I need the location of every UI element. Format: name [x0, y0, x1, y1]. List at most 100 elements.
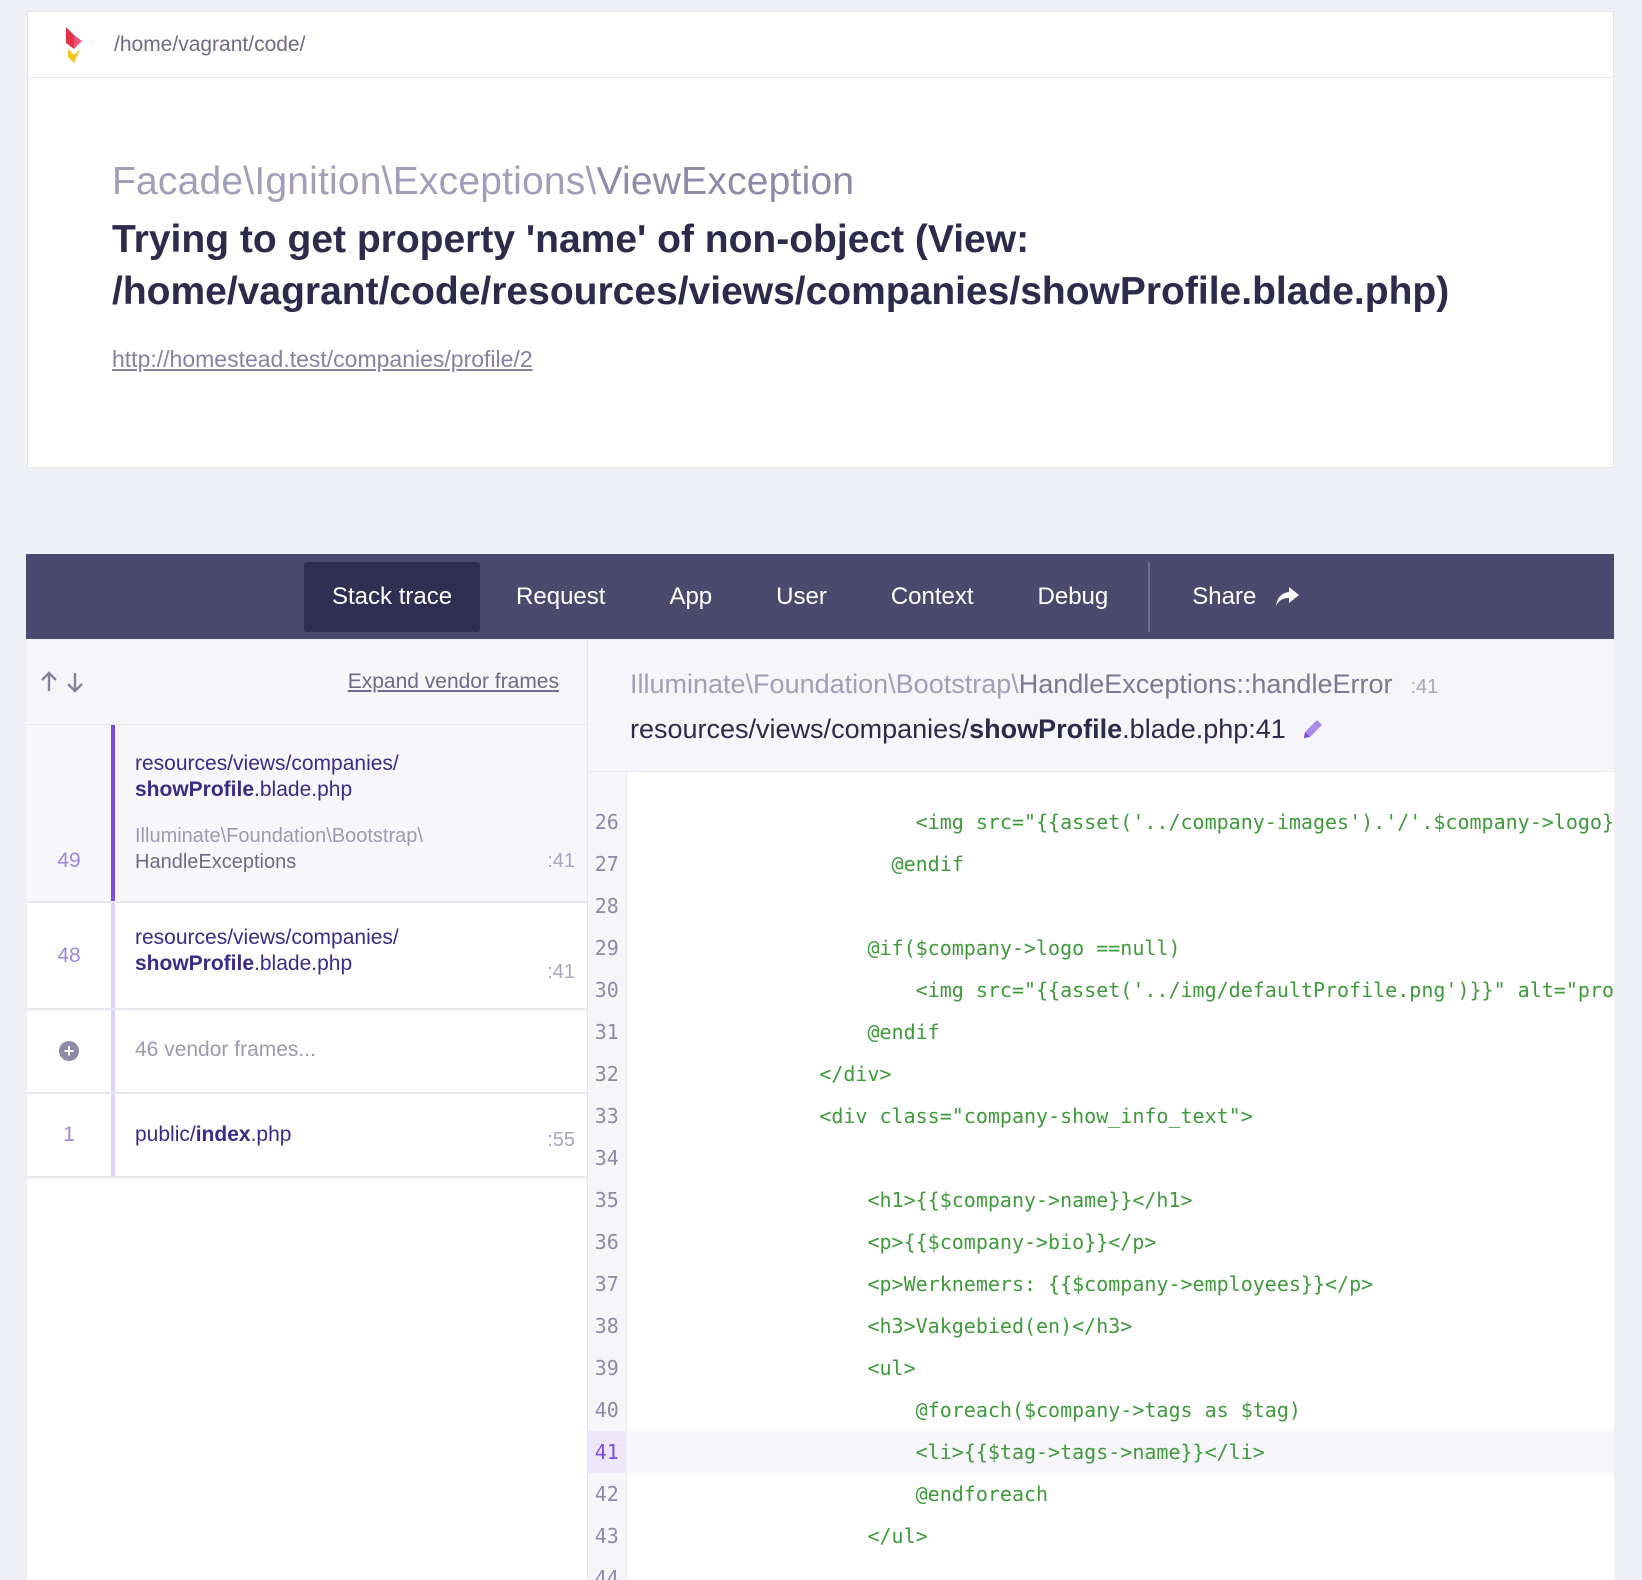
line-number[interactable]: 34 — [588, 1137, 626, 1179]
code-line: @endforeach — [626, 1482, 1049, 1506]
frame-file-ext: .blade.php — [254, 952, 353, 975]
frame-file-dir: resources/views/companies/ — [135, 926, 399, 949]
line-number[interactable]: 41 — [588, 1431, 626, 1473]
expand-vendor-frames-link[interactable]: Expand vendor frames — [348, 670, 559, 694]
code-header: Illuminate\Foundation\Bootstrap\HandleEx… — [588, 639, 1614, 772]
code-line: @endif — [626, 1020, 940, 1044]
frame-class-namespace: Illuminate\Foundation\Bootstrap\ — [135, 825, 423, 847]
code-line: @if($company->logo ==null) — [626, 936, 1181, 960]
tab-app[interactable]: App — [641, 562, 740, 632]
tab-share[interactable]: Share — [1164, 562, 1328, 632]
line-number[interactable]: 35 — [588, 1179, 626, 1221]
top-bar: /home/vagrant/code/ — [28, 12, 1613, 78]
ignition-logo-icon — [66, 26, 82, 63]
tab-request[interactable]: Request — [488, 562, 633, 632]
line-number[interactable]: 38 — [588, 1305, 626, 1347]
plus-circle-icon: + — [59, 1041, 79, 1061]
line-number[interactable]: 27 — [588, 843, 626, 885]
tab-debug[interactable]: Debug — [1010, 562, 1137, 632]
code-file-name: showProfile — [969, 714, 1123, 744]
tab-stack-trace[interactable]: Stack trace — [304, 561, 481, 632]
code-class-namespace: Illuminate\Foundation\Bootstrap\ — [630, 669, 1019, 699]
code-line: <div class="company-show_info_text"> — [626, 1104, 1253, 1128]
line-number-gutter: 26 27 28 29 30 31 32 33 34 35 36 37 38 39 40 41 42 43 44 — [588, 772, 627, 1580]
stack-header: Expand vendor frames — [27, 639, 587, 725]
exception-namespace: Facade\Ignition\Exceptions\ — [112, 160, 597, 203]
line-number[interactable]: 37 — [588, 1263, 626, 1305]
code-file-path: resources/views/companies/showProfile .bl… — [630, 712, 1614, 746]
code-viewer: Illuminate\Foundation\Bootstrap\HandleEx… — [588, 639, 1614, 1580]
code-line-highlighted: <li>{{$tag->tags->name}}</li> — [626, 1431, 1614, 1473]
tab-context[interactable]: Context — [863, 562, 1002, 632]
code-line: <p>Werknemers: {{$company->employees}}</… — [626, 1272, 1374, 1296]
project-path: /home/vagrant/code/ — [114, 32, 306, 56]
code-line: <h1>{{$company->name}}</h1> — [626, 1188, 1193, 1212]
line-number[interactable]: 42 — [588, 1473, 626, 1515]
frame-number: 49 — [57, 849, 81, 872]
request-url-link[interactable]: http://homestead.test/companies/profile/… — [112, 346, 533, 373]
code-line: </div> — [626, 1062, 892, 1086]
code-line: <p>{{$company->bio}}</p> — [626, 1230, 1157, 1254]
frame-line-number: :41 — [547, 850, 575, 872]
stack-frame[interactable]: 1 public/index.php :55 — [27, 1094, 587, 1178]
stack-frames-panel: Expand vendor frames 49 resources/views/… — [27, 639, 588, 1580]
vendor-frames-label: 46 vendor frames... — [135, 1038, 316, 1061]
exception-class: Facade\Ignition\Exceptions\ViewException — [112, 158, 1613, 206]
frame-line-number: :41 — [547, 961, 575, 983]
line-number[interactable]: 28 — [588, 885, 626, 927]
line-number[interactable]: 33 — [588, 1095, 626, 1137]
code-file-dir: resources/views/companies/ — [630, 714, 970, 744]
code-body: 26 27 28 29 30 31 32 33 34 35 36 37 38 39 40 41 42 43 44 <… — [588, 772, 1614, 1580]
code-line: @foreach($company->tags as $tag) — [626, 1398, 1301, 1422]
frame-file-ext: .blade.php — [254, 778, 353, 801]
line-number[interactable]: 39 — [588, 1347, 626, 1389]
arrow-down-icon[interactable] — [65, 671, 85, 693]
line-number[interactable]: 32 — [588, 1053, 626, 1095]
frame-file: public/index.php — [135, 1122, 567, 1148]
code-line: <img src="{{asset('../img/defaultProfile… — [626, 978, 1614, 1002]
error-card: /home/vagrant/code/ Facade\Ignition\Exce… — [27, 11, 1614, 468]
frame-line-number: :55 — [547, 1129, 575, 1151]
frame-class: Illuminate\Foundation\Bootstrap\ HandleE… — [135, 823, 567, 875]
exception-message: Trying to get property 'name' of non-obj… — [112, 218, 1450, 313]
share-arrow-icon — [1276, 586, 1300, 606]
line-number[interactable]: 31 — [588, 1011, 626, 1053]
frame-file-name: showProfile — [135, 778, 255, 801]
code-line: <h3>Vakgebied(en)</h3> — [626, 1314, 1133, 1338]
frame-file-name: index — [195, 1123, 251, 1146]
code-line: @endif — [626, 852, 964, 876]
code-lines: <img src="{{asset('../company-images').'… — [626, 772, 1614, 1580]
frame-file: resources/views/companies/ showProfile.b… — [135, 925, 567, 977]
frame-file-dir: public/ — [135, 1123, 196, 1146]
arrow-up-icon[interactable] — [39, 670, 59, 693]
code-class-name: HandleExceptions — [1018, 669, 1237, 699]
line-number[interactable]: 44 — [588, 1557, 626, 1580]
share-label: Share — [1192, 582, 1257, 610]
frame-class-name: HandleExceptions — [135, 851, 297, 873]
frame-navigation — [39, 670, 85, 693]
tab-user[interactable]: User — [748, 562, 855, 632]
line-number[interactable]: 40 — [588, 1389, 626, 1431]
frame-number: 48 — [57, 943, 81, 967]
line-number[interactable]: 36 — [588, 1221, 626, 1263]
frame-file: resources/views/companies/ showProfile.b… — [135, 751, 567, 803]
pencil-edit-icon[interactable] — [1300, 716, 1326, 742]
tabs-bar: Stack trace Request App User Context Deb… — [26, 554, 1614, 639]
code-line-ref: :41 — [1410, 676, 1439, 698]
frame-file-ext: .php — [250, 1123, 292, 1146]
code-frame-class: Illuminate\Foundation\Bootstrap\HandleEx… — [630, 667, 1614, 704]
code-file-suffix: .blade.php:41 — [1122, 714, 1286, 744]
line-number[interactable]: 43 — [588, 1515, 626, 1557]
code-line: <ul> — [626, 1356, 916, 1380]
frame-number: 1 — [63, 1123, 75, 1146]
line-number[interactable]: 26 — [588, 801, 626, 843]
code-line: </ul> — [626, 1524, 928, 1548]
stack-frame[interactable]: 49 resources/views/companies/ showProfil… — [27, 725, 587, 903]
line-number[interactable]: 29 — [588, 927, 626, 969]
line-number[interactable]: 30 — [588, 969, 626, 1011]
frame-file-name: showProfile — [135, 952, 255, 975]
stack-frame[interactable]: 48 resources/views/companies/ showProfil… — [27, 903, 587, 1010]
vendor-frames-toggle[interactable]: + 46 vendor frames... — [27, 1010, 587, 1094]
